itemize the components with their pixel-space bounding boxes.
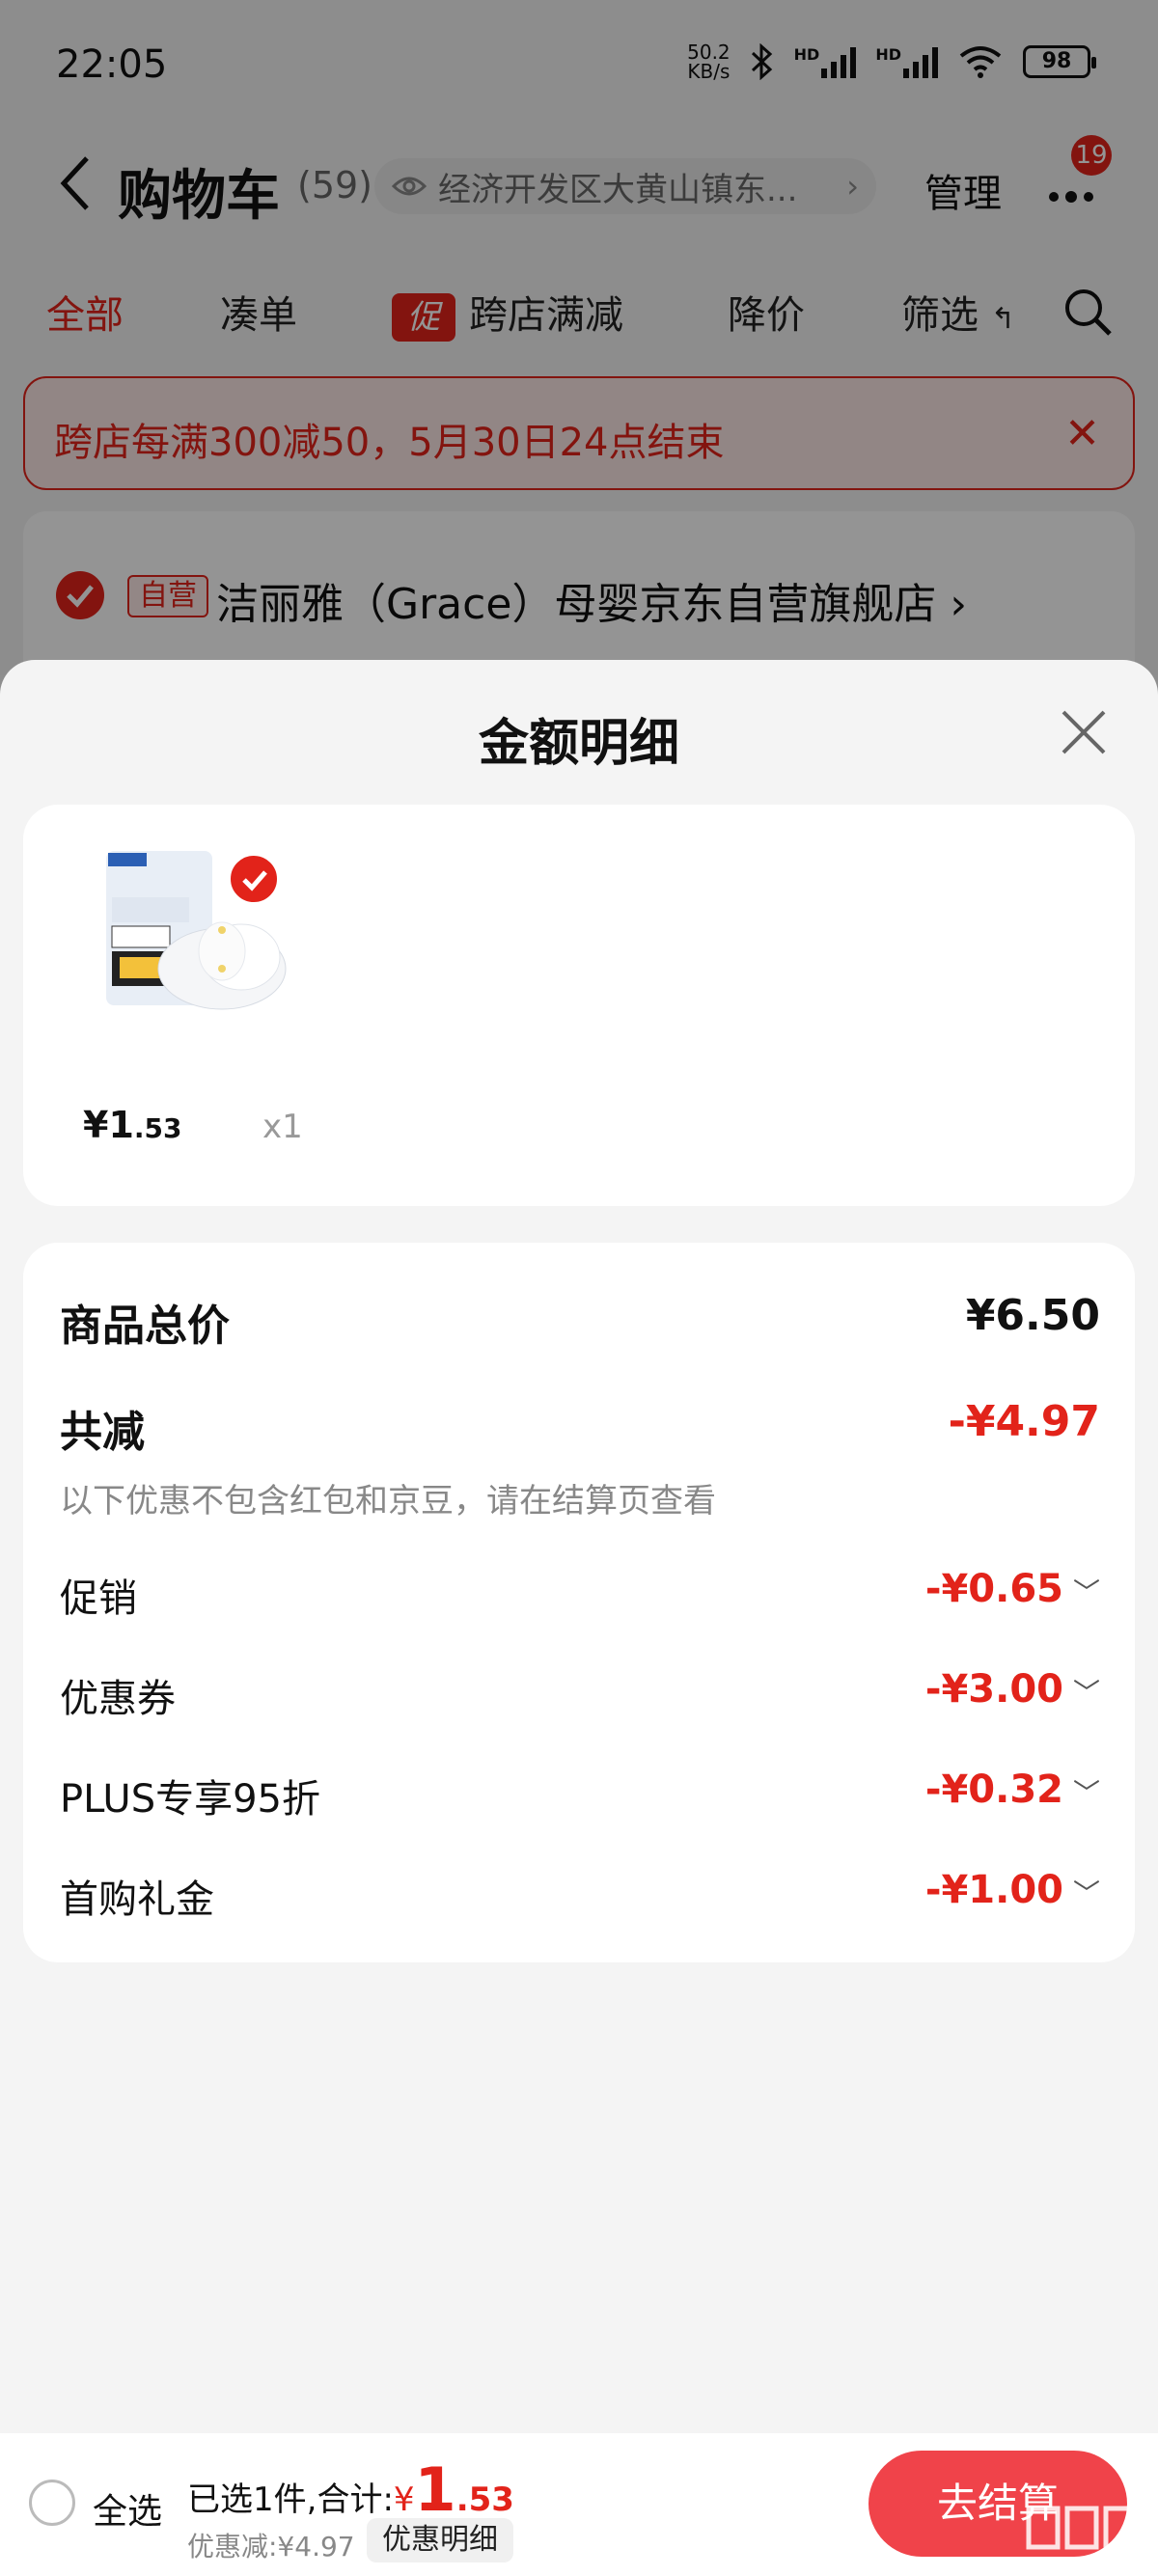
watermark-logo <box>1026 2506 1138 2550</box>
total-reduction-label: 共减 <box>60 1408 145 1457</box>
chevron-down-icon: ﹀ <box>1072 1576 1100 1608</box>
select-all-label[interactable]: 全选 <box>93 2483 162 2534</box>
chevron-down-icon: ﹀ <box>1072 1877 1100 1909</box>
saved-amount: 优惠减:¥4.97 <box>187 2531 355 2562</box>
discount-row-plus[interactable]: PLUS专享95折 -¥0.32 ﹀ <box>60 1768 1100 1825</box>
chevron-down-icon: ﹀ <box>1072 1777 1100 1809</box>
discount-label: 首购礼金 <box>60 1877 214 1922</box>
discount-detail-button[interactable]: 优惠明细 <box>367 2518 513 2562</box>
product-price: ¥1.53 <box>83 1104 182 1146</box>
amount-summary-card: 商品总价 ¥6.50 共减 -¥4.97 以下优惠不包含红包和京豆，请在结算页查… <box>23 1243 1135 1962</box>
close-icon[interactable] <box>1058 706 1110 758</box>
product-checkbox[interactable] <box>228 853 280 905</box>
checkout-bar: 全选 已选1件,合计:¥1.53 优惠减:¥4.97 优惠明细 去结算 <box>0 2433 1158 2576</box>
discount-value: -¥0.65 ﹀ <box>924 1567 1100 1611</box>
discount-value: -¥1.00 ﹀ <box>924 1868 1100 1912</box>
discount-label: 优惠券 <box>60 1677 176 1721</box>
discount-row-promotion[interactable]: 促销 -¥0.65 ﹀ <box>60 1567 1100 1625</box>
modal-backdrop[interactable] <box>0 0 1158 675</box>
discount-value: -¥3.00 ﹀ <box>924 1667 1100 1712</box>
discount-value: -¥0.32 ﹀ <box>924 1768 1100 1812</box>
discount-label: 促销 <box>60 1576 137 1621</box>
total-reduction-value: -¥4.97 <box>948 1397 1100 1446</box>
total-line: 已选1件,合计:¥1.53 <box>187 2454 514 2525</box>
product-quantity: x1 <box>262 1108 303 1146</box>
total-price-row: 商品总价 ¥6.50 <box>60 1291 1100 1351</box>
product-card: ¥1.53 x1 <box>23 805 1135 1206</box>
discount-note: 以下优惠不包含红包和京豆，请在结算页查看 <box>60 1482 716 1521</box>
total-price-label: 商品总价 <box>60 1302 230 1351</box>
select-all-radio[interactable] <box>29 2480 75 2526</box>
discount-row-coupon[interactable]: 优惠券 -¥3.00 ﹀ <box>60 1667 1100 1725</box>
chevron-down-icon: ﹀ <box>1072 1677 1100 1709</box>
total-price-value: ¥6.50 <box>965 1291 1100 1340</box>
total-reduction-row: 共减 -¥4.97 <box>60 1397 1100 1457</box>
discount-row-first-purchase[interactable]: 首购礼金 -¥1.00 ﹀ <box>60 1868 1100 1926</box>
discount-label: PLUS专享95折 <box>60 1777 320 1822</box>
product-image[interactable] <box>77 843 318 1017</box>
check-icon <box>242 870 267 891</box>
amount-detail-sheet: 金额明细 ¥1.53 x1 商品总价 ¥6.50 共减 -¥4.97 以下优惠不… <box>0 660 1158 2433</box>
sheet-title: 金额明细 <box>478 715 679 773</box>
